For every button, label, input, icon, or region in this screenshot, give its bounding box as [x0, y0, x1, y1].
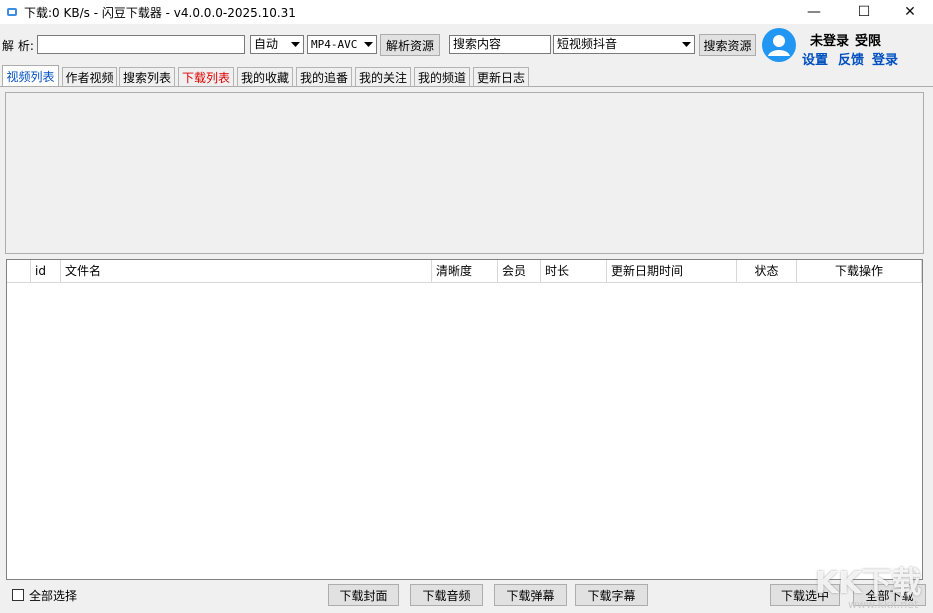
- tab-divider: [0, 86, 933, 87]
- column-header-updated[interactable]: 更新日期时间: [607, 260, 737, 283]
- tab-changelog[interactable]: 更新日志: [473, 67, 529, 86]
- select-all-label[interactable]: 全部选择: [29, 587, 77, 604]
- column-header-actions[interactable]: 下载操作: [797, 260, 922, 283]
- download-audio-button[interactable]: 下载音频: [410, 584, 483, 606]
- column-header-quality[interactable]: 清晰度: [432, 260, 498, 283]
- limit-status: 受限: [855, 34, 882, 49]
- avatar-icon[interactable]: [762, 28, 796, 62]
- maximize-button[interactable]: ☐: [844, 0, 884, 24]
- watermark-text: KK下载: [815, 566, 922, 601]
- column-header-filename[interactable]: 文件名: [61, 260, 432, 283]
- url-input[interactable]: [37, 35, 245, 54]
- column-header-status[interactable]: 状态: [737, 260, 797, 283]
- login-link[interactable]: 登录: [872, 49, 898, 68]
- feedback-link[interactable]: 反馈: [838, 49, 864, 68]
- tab-my-follows[interactable]: 我的关注: [355, 67, 411, 86]
- app-icon: [7, 8, 17, 16]
- tab-video-list[interactable]: 视频列表: [2, 65, 59, 87]
- column-header-member[interactable]: 会员: [498, 260, 541, 283]
- minimize-button[interactable]: —: [794, 0, 834, 24]
- tab-download-list[interactable]: 下载列表: [178, 67, 234, 86]
- chevron-down-icon: [361, 37, 375, 52]
- title-bar: 下载:0 KB/s - 闪豆下载器 - v4.0.0.0-2025.10.31 …: [0, 0, 933, 24]
- download-cover-button[interactable]: 下载封面: [328, 584, 399, 606]
- quality-select-value: 自动: [254, 37, 279, 51]
- chevron-down-icon: [288, 37, 302, 52]
- watermark-url: www.kkx.net: [848, 598, 919, 611]
- window-title: 下载:0 KB/s - 闪豆下载器 - v4.0.0.0-2025.10.31: [24, 6, 296, 20]
- chevron-down-icon: [679, 37, 693, 52]
- parse-label: 解 析:: [2, 39, 34, 53]
- settings-link[interactable]: 设置: [802, 49, 828, 68]
- tab-search-list[interactable]: 搜索列表: [119, 67, 175, 86]
- tab-author-videos[interactable]: 作者视频: [62, 67, 117, 86]
- search-input[interactable]: 搜索内容: [449, 35, 551, 54]
- search-resource-button[interactable]: 搜索资源: [699, 34, 756, 56]
- tab-my-favorites[interactable]: 我的收藏: [237, 67, 293, 86]
- column-header-select[interactable]: [7, 260, 31, 283]
- column-header-duration[interactable]: 时长: [541, 260, 607, 283]
- download-subtitle-button[interactable]: 下载字幕: [575, 584, 648, 606]
- video-table[interactable]: id 文件名 清晰度 会员 时长 更新日期时间 状态 下载操作: [6, 259, 923, 580]
- login-status: 未登录: [810, 34, 850, 49]
- select-all-checkbox[interactable]: [12, 589, 24, 601]
- preview-panel: [5, 92, 924, 254]
- format-select[interactable]: MP4-AVC: [307, 35, 377, 54]
- tab-my-channels[interactable]: 我的频道: [414, 67, 470, 86]
- quality-select[interactable]: 自动: [250, 35, 304, 54]
- download-danmaku-button[interactable]: 下载弹幕: [494, 584, 567, 606]
- platform-select-value: 短视频抖音: [557, 37, 618, 51]
- parse-resource-button[interactable]: 解析资源: [380, 34, 440, 56]
- platform-select[interactable]: 短视频抖音: [553, 35, 695, 54]
- close-button[interactable]: ✕: [890, 0, 930, 24]
- tab-my-anime[interactable]: 我的追番: [296, 67, 352, 86]
- format-select-value: MP4-AVC: [311, 38, 358, 51]
- column-header-id[interactable]: id: [31, 260, 61, 283]
